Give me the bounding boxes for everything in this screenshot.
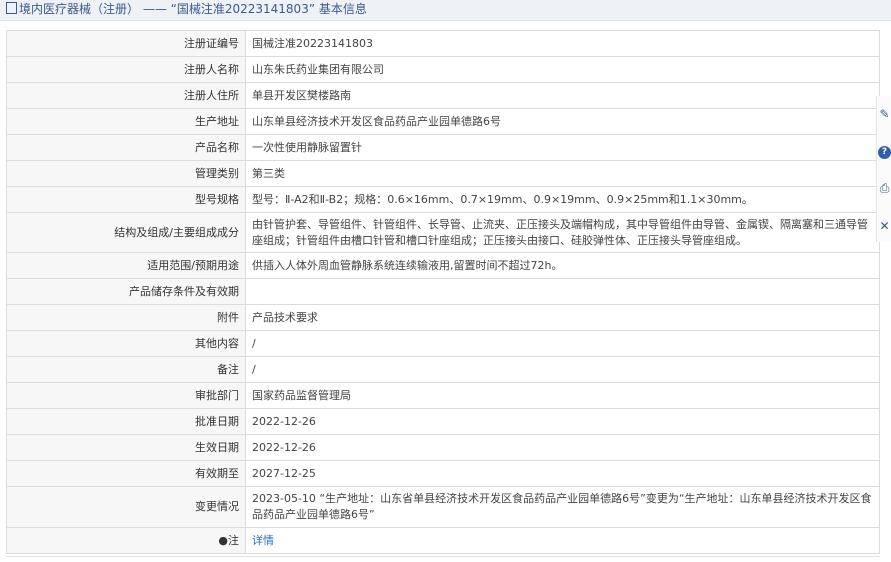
table-row: 生效日期 2022-12-26 xyxy=(6,434,880,461)
page-title-wrap: 境内医疗器械（注册） —— “国械注准20223141803” 基本信息 xyxy=(6,1,367,17)
table-row: 型号规格 型号：Ⅱ-A2和Ⅱ-B2；规格：0.6×16mm、0.7×19mm、0.… xyxy=(6,186,880,213)
row-value: 第三类 xyxy=(245,160,880,187)
print-icon[interactable]: ⎙ xyxy=(878,182,891,195)
row-label: 注册人住所 xyxy=(6,82,246,109)
table-row: 注册人名称 山东朱氏药业集团有限公司 xyxy=(6,56,880,83)
table-row: 结构及组成/主要组成成分 由针管护套、导管组件、针管组件、长导管、止流夹、正压接头… xyxy=(6,212,880,253)
page-title: 境内医疗器械（注册） —— “国械注准20223141803” 基本信息 xyxy=(19,2,367,16)
table-row: ●注 详情 xyxy=(6,527,880,554)
note-label-cell: ●注 xyxy=(6,527,246,554)
table-row: 有效期至 2027-12-25 xyxy=(6,460,880,487)
row-value: / xyxy=(245,356,880,383)
table-row: 批准日期 2022-12-26 xyxy=(6,408,880,435)
row-label: 注册人名称 xyxy=(6,56,246,83)
row-value: 国家药品监督管理局 xyxy=(245,382,880,409)
row-label: 生产地址 xyxy=(6,108,246,135)
table-row: 附件 产品技术要求 xyxy=(6,304,880,331)
row-value: 型号：Ⅱ-A2和Ⅱ-B2；规格：0.6×16mm、0.7×19mm、0.9×19… xyxy=(245,186,880,213)
table-row: 变更情况 2023-05-10 “生产地址：山东省单县经济技术开发区食品药品产业园… xyxy=(6,486,880,528)
row-label: 生效日期 xyxy=(6,434,246,461)
side-toolbar: ✎ ? ⎙ ✕ xyxy=(876,96,891,242)
row-label: 注 xyxy=(228,533,239,547)
divider xyxy=(6,556,880,557)
row-label: 型号规格 xyxy=(6,186,246,213)
row-label: 其他内容 xyxy=(6,330,246,357)
row-label: 变更情况 xyxy=(6,486,246,528)
row-value: 国械注准20223141803 xyxy=(245,30,880,57)
row-label: 结构及组成/主要组成成分 xyxy=(6,212,246,253)
table-row: 注册人住所 单县开发区樊楼路南 xyxy=(6,82,880,109)
row-label: 有效期至 xyxy=(6,460,246,487)
row-label: 产品储存条件及有效期 xyxy=(6,278,246,305)
table-row: 产品名称 一次性使用静脉留置针 xyxy=(6,134,880,161)
row-value: 产品技术要求 xyxy=(245,304,880,331)
info-table: 注册证编号 国械注准20223141803 注册人名称 山东朱氏药业集团有限公司 注… xyxy=(6,30,880,554)
row-value: 2022-12-26 xyxy=(245,434,880,461)
row-value: 单县开发区樊楼路南 xyxy=(245,82,880,109)
table-row: 其他内容 / xyxy=(6,330,880,357)
document-icon xyxy=(6,2,17,14)
row-label: 审批部门 xyxy=(6,382,246,409)
pin-icon: ● xyxy=(218,533,228,547)
row-value: 2027-12-25 xyxy=(245,460,880,487)
row-value: 供插入人体外周血管静脉系统连续输液用,留置时间不超过72h。 xyxy=(245,252,880,279)
table-row: 审批部门 国家药品监督管理局 xyxy=(6,382,880,409)
details-link[interactable]: 详情 xyxy=(252,534,274,547)
help-icon[interactable]: ? xyxy=(878,146,891,159)
row-label: 适用范围/预期用途 xyxy=(6,252,246,279)
row-value: 由针管护套、导管组件、针管组件、长导管、止流夹、正压接头及端帽构成，其中导管组件… xyxy=(245,212,880,253)
header-bar: 境内医疗器械（注册） —— “国械注准20223141803” 基本信息 xyxy=(0,0,891,21)
table-row: 生产地址 山东单县经济技术开发区食品药品产业园单德路6号 xyxy=(6,108,880,135)
note-value-cell: 详情 xyxy=(245,527,880,554)
table-row: 注册证编号 国械注准20223141803 xyxy=(6,30,880,57)
table-row: 适用范围/预期用途 供插入人体外周血管静脉系统连续输液用,留置时间不超过72h。 xyxy=(6,252,880,279)
close-icon[interactable]: ✕ xyxy=(878,220,891,233)
table-row: 产品储存条件及有效期 xyxy=(6,278,880,305)
row-label: 附件 xyxy=(6,304,246,331)
table-row: 管理类别 第三类 xyxy=(6,160,880,187)
row-label: 管理类别 xyxy=(6,160,246,187)
edit-icon[interactable]: ✎ xyxy=(878,108,891,121)
row-value: / xyxy=(245,330,880,357)
row-value: 山东朱氏药业集团有限公司 xyxy=(245,56,880,83)
row-label: 批准日期 xyxy=(6,408,246,435)
row-label: 产品名称 xyxy=(6,134,246,161)
table-row: 备注 / xyxy=(6,356,880,383)
row-value: 2022-12-26 xyxy=(245,408,880,435)
row-label: 注册证编号 xyxy=(6,30,246,57)
row-value: 一次性使用静脉留置针 xyxy=(245,134,880,161)
row-value: 2023-05-10 “生产地址：山东省单县经济技术开发区食品药品产业园单德路6… xyxy=(245,486,880,528)
row-value xyxy=(245,278,880,305)
row-label: 备注 xyxy=(6,356,246,383)
row-value: 山东单县经济技术开发区食品药品产业园单德路6号 xyxy=(245,108,880,135)
